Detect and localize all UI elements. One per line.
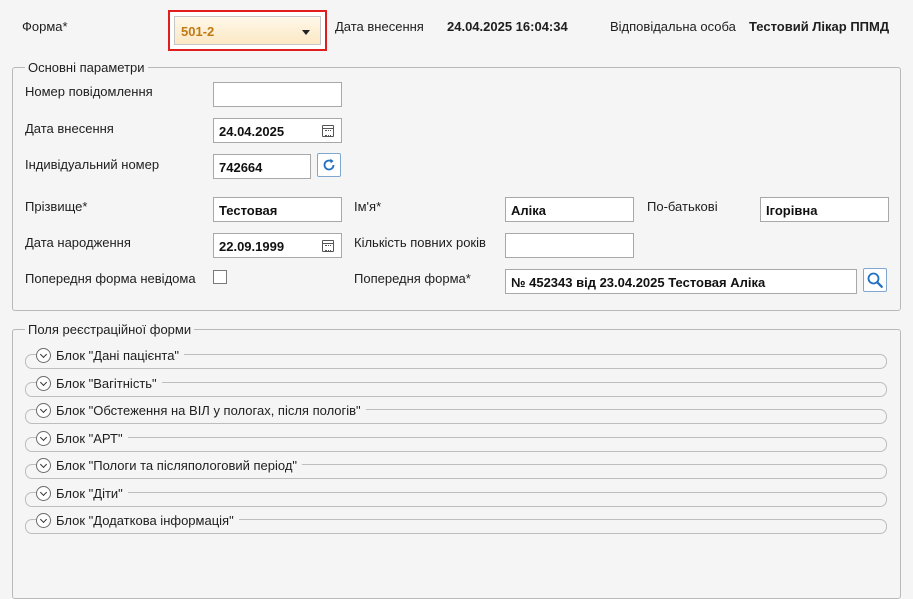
chevron-down-icon[interactable] (36, 485, 51, 501)
birth-date-field[interactable]: 22.09.1999 (213, 233, 342, 258)
prev-form-unknown-checkbox[interactable] (213, 270, 227, 284)
entry-date-value: 24.04.2025 (219, 124, 285, 139)
block-header[interactable]: Блок "Дані пацієнта" (36, 346, 185, 364)
block-panel (25, 492, 887, 507)
prev-form-unknown-label: Попередня форма невідома (25, 271, 196, 286)
full-years-input[interactable] (505, 233, 634, 258)
calendar-icon[interactable] (322, 240, 334, 252)
name-label: Ім'я* (354, 199, 382, 214)
individual-number-input[interactable]: 742664 (213, 154, 311, 179)
chevron-down-icon[interactable] (36, 430, 51, 446)
registration-fields-title: Поля реєстраційної форми (25, 322, 195, 337)
block-header[interactable]: Блок "Пологи та післяпологовий період" (36, 456, 303, 474)
patronymic-label: По-батькові (647, 199, 718, 214)
chevron-down-icon[interactable] (36, 347, 51, 363)
block-label: Блок "Пологи та післяпологовий період" (56, 457, 298, 473)
search-icon (867, 272, 883, 288)
block-header[interactable]: Блок "Вагітність" (36, 374, 162, 392)
refresh-button[interactable] (317, 153, 341, 177)
surname-input[interactable]: Тестовая (213, 197, 342, 222)
full-years-label: Кількість повних років (354, 235, 486, 250)
form-label: Форма* (22, 19, 68, 34)
responsible-label: Відповідальна особа (610, 19, 736, 34)
search-button[interactable] (863, 268, 887, 292)
message-number-input[interactable] (213, 82, 342, 107)
responsible-value: Тестовий Лікар ППМД (749, 19, 890, 34)
prev-form-label: Попередня форма* (354, 271, 471, 286)
form-type-select[interactable]: 501-2 (168, 10, 327, 51)
block-label: Блок "Додаткова інформація" (56, 512, 234, 528)
calendar-icon[interactable] (322, 125, 334, 137)
block-header[interactable]: Блок "Додаткова інформація" (36, 511, 239, 529)
form-type-value: 501-2 (181, 24, 215, 39)
main-params-title: Основні параметри (25, 60, 148, 75)
block-header[interactable]: Блок "Діти" (36, 484, 128, 502)
name-input[interactable]: Аліка (505, 197, 634, 222)
surname-label: Прізвище* (25, 199, 88, 214)
chevron-down-icon[interactable] (36, 375, 51, 391)
block-panel (25, 437, 887, 452)
message-number-label: Номер повідомлення (25, 84, 153, 99)
individual-number-label: Індивідуальний номер (25, 157, 160, 172)
refresh-icon (323, 158, 335, 171)
block-label: Блок "Вагітність" (56, 375, 157, 391)
block-header[interactable]: Блок "АРТ" (36, 429, 128, 447)
dropdown-arrow-icon[interactable] (302, 30, 310, 35)
block-label: Блок "Обстеження на ВІЛ у пологах, після… (56, 402, 361, 418)
entry-date-field[interactable]: 24.04.2025 (213, 118, 342, 143)
chevron-down-icon[interactable] (36, 457, 51, 473)
chevron-down-icon[interactable] (36, 402, 51, 418)
birth-date-value: 22.09.1999 (219, 239, 285, 254)
patronymic-input[interactable]: Ігорівна (760, 197, 889, 222)
block-label: Блок "АРТ" (56, 430, 123, 446)
block-label: Блок "Дані пацієнта" (56, 347, 180, 363)
header-date-label: Дата внесення (335, 19, 424, 34)
prev-form-input[interactable]: № 452343 від 23.04.2025 Тестовая Аліка (505, 269, 857, 294)
header-date-value: 24.04.2025 16:04:34 (447, 19, 568, 34)
block-header[interactable]: Блок "Обстеження на ВІЛ у пологах, після… (36, 401, 366, 419)
chevron-down-icon[interactable] (36, 512, 51, 528)
entry-date-label: Дата внесення (25, 121, 114, 136)
block-label: Блок "Діти" (56, 485, 123, 501)
birth-date-label: Дата народження (25, 235, 131, 250)
